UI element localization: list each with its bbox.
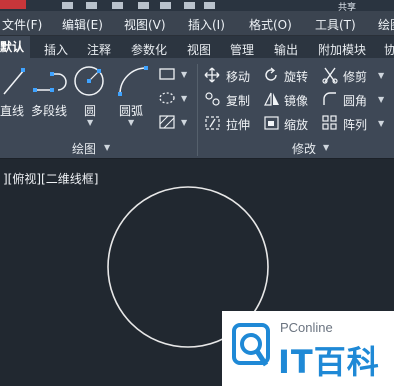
move-icon[interactable] bbox=[204, 67, 220, 83]
trim-dropdown-icon[interactable]: ▼ bbox=[378, 71, 384, 80]
modify-panel-expand-icon[interactable]: ▼ bbox=[323, 143, 329, 152]
ellipse-dropdown-icon[interactable]: ▼ bbox=[181, 94, 187, 103]
rectangle-dropdown-icon[interactable]: ▼ bbox=[181, 70, 187, 79]
tab-collaborate[interactable]: 协 bbox=[384, 41, 394, 58]
line-icon[interactable] bbox=[2, 66, 26, 96]
line-button-label[interactable]: 直线 bbox=[0, 102, 24, 119]
arc-dropdown-icon[interactable]: ▼ bbox=[128, 118, 134, 127]
hatch-icon[interactable] bbox=[158, 114, 176, 130]
draw-panel-title[interactable]: 绘图 bbox=[72, 140, 96, 160]
watermark-brand-text: IT百科 bbox=[278, 343, 380, 381]
rotate-icon[interactable] bbox=[263, 67, 279, 83]
tab-view[interactable]: 视图 bbox=[187, 41, 211, 58]
menu-bar: 文件(F) 编辑(E) 视图(V) 插入(I) 格式(O) 工具(T) 绘图 bbox=[0, 11, 394, 36]
draw-panel-expand-icon[interactable]: ▼ bbox=[104, 143, 110, 152]
tab-output[interactable]: 输出 bbox=[274, 41, 298, 58]
copy-button[interactable]: 复制 bbox=[226, 92, 250, 109]
redo-icon[interactable] bbox=[204, 2, 215, 9]
fillet-dropdown-icon[interactable]: ▼ bbox=[378, 95, 384, 104]
menu-insert[interactable]: 插入(I) bbox=[188, 16, 225, 33]
menu-edit[interactable]: 编辑(E) bbox=[62, 16, 103, 33]
tab-annotate[interactable]: 注释 bbox=[87, 41, 111, 58]
arc-button-label[interactable]: 圆弧 bbox=[119, 102, 143, 119]
watermark: PConline IT百科 bbox=[222, 311, 394, 386]
trim-icon[interactable] bbox=[322, 66, 340, 84]
hatch-dropdown-icon[interactable]: ▼ bbox=[181, 118, 187, 127]
modify-panel-title[interactable]: 修改 bbox=[292, 140, 316, 160]
tab-parametric[interactable]: 参数化 bbox=[131, 41, 167, 58]
array-icon[interactable] bbox=[322, 115, 338, 131]
polyline-button-label[interactable]: 多段线 bbox=[31, 102, 67, 119]
rotate-button[interactable]: 旋转 bbox=[284, 68, 308, 85]
array-button[interactable]: 阵列 bbox=[343, 116, 367, 133]
rectangle-icon[interactable] bbox=[158, 67, 176, 81]
watermark-logo-icon bbox=[232, 323, 270, 367]
fillet-button[interactable]: 圆角 bbox=[343, 92, 367, 109]
scale-icon[interactable] bbox=[263, 115, 281, 131]
panel-divider bbox=[197, 64, 198, 156]
tab-addins[interactable]: 附加模块 bbox=[318, 41, 366, 58]
mirror-icon[interactable] bbox=[263, 91, 281, 107]
open-icon[interactable] bbox=[86, 2, 97, 9]
ribbon-tab-bar: 默认 插入 注释 参数化 视图 管理 输出 附加模块 协 bbox=[0, 36, 394, 58]
menu-format[interactable]: 格式(O) bbox=[249, 16, 292, 33]
undo-icon[interactable] bbox=[184, 2, 195, 9]
scale-button[interactable]: 缩放 bbox=[284, 116, 308, 133]
polyline-icon[interactable] bbox=[32, 68, 68, 94]
stretch-icon[interactable] bbox=[204, 115, 222, 131]
new-icon[interactable] bbox=[62, 2, 73, 9]
mirror-button[interactable]: 镜像 bbox=[284, 92, 308, 109]
fillet-icon[interactable] bbox=[322, 91, 338, 107]
tab-default[interactable]: 默认 bbox=[0, 36, 31, 58]
circle-tool-icon[interactable] bbox=[72, 64, 106, 98]
saveas-icon[interactable] bbox=[138, 2, 149, 9]
arc-tool-icon[interactable] bbox=[116, 64, 150, 98]
circle-button-label[interactable]: 圆 bbox=[84, 102, 96, 119]
title-bar: 共享 bbox=[0, 0, 394, 13]
array-dropdown-icon[interactable]: ▼ bbox=[378, 119, 384, 128]
ellipse-icon[interactable] bbox=[158, 91, 176, 105]
menu-tools[interactable]: 工具(T) bbox=[315, 16, 356, 33]
menu-draw[interactable]: 绘图 bbox=[378, 16, 394, 33]
tab-manage[interactable]: 管理 bbox=[230, 41, 254, 58]
trim-button[interactable]: 修剪 bbox=[343, 68, 367, 85]
copy-icon[interactable] bbox=[204, 91, 222, 107]
stretch-button[interactable]: 拉伸 bbox=[226, 116, 250, 133]
save-icon[interactable] bbox=[112, 2, 123, 9]
menu-view[interactable]: 视图(V) bbox=[124, 16, 166, 33]
plot-icon[interactable] bbox=[160, 2, 171, 9]
app-logo bbox=[0, 0, 26, 9]
watermark-pconline-text: PConline bbox=[280, 320, 333, 335]
menu-file[interactable]: 文件(F) bbox=[2, 16, 42, 33]
circle-dropdown-icon[interactable]: ▼ bbox=[87, 118, 93, 127]
tab-insert[interactable]: 插入 bbox=[44, 41, 68, 58]
move-button[interactable]: 移动 bbox=[226, 68, 250, 85]
